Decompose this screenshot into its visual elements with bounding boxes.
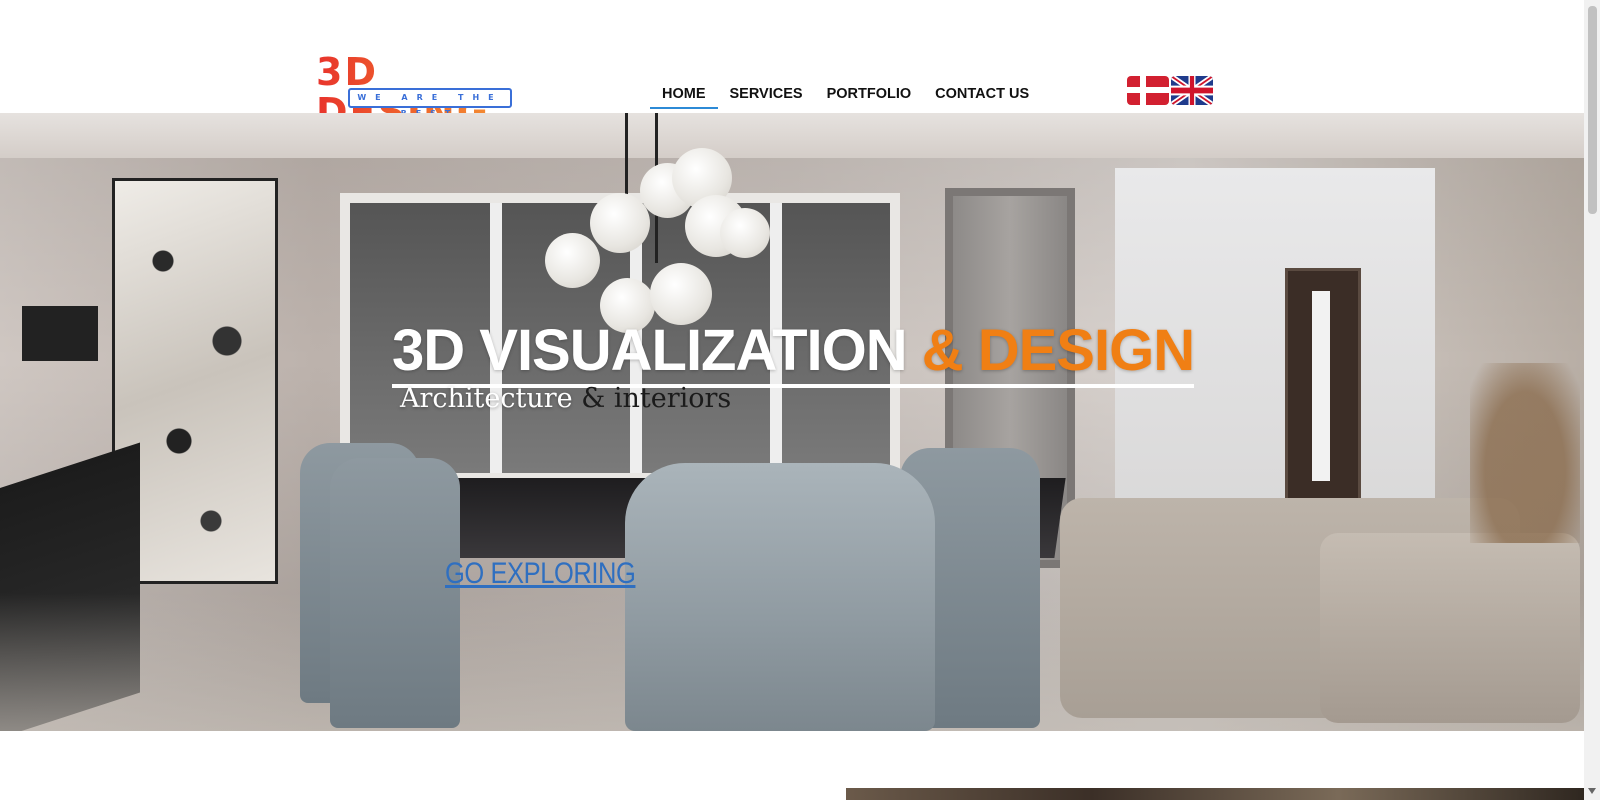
scroll-down-arrow-icon[interactable] [1588, 788, 1596, 794]
next-section-image [846, 788, 1584, 800]
danish-flag-icon[interactable] [1127, 76, 1169, 105]
go-exploring-link[interactable]: GO EXPLORING [445, 557, 636, 591]
hero-subtitle: Architecture & interiors [400, 383, 731, 414]
hero-title-main: 3D VISUALIZATION [392, 318, 922, 383]
site-logo[interactable]: 3D DESING WE ARE THE BEST [316, 52, 542, 132]
hero-banner: 3D VISUALIZATION & DESIGN Architecture &… [0, 113, 1584, 731]
scrollbar-thumb[interactable] [1588, 6, 1597, 214]
hero-title: 3D VISUALIZATION & DESIGN [392, 318, 1195, 388]
hero-subtitle-part-1: Architecture [400, 383, 582, 414]
logo-tagline: WE ARE THE BEST [348, 88, 512, 118]
hero-subtitle-part-2: & interiors [581, 383, 732, 414]
language-switcher [1127, 76, 1213, 105]
uk-flag-icon[interactable] [1171, 76, 1213, 105]
nav-home[interactable]: HOME [650, 82, 718, 109]
hero-title-accent: & DESIGN [921, 318, 1195, 383]
nav-contact-us[interactable]: CONTACT US [923, 82, 1041, 109]
nav-services[interactable]: SERVICES [718, 82, 815, 109]
nav-portfolio[interactable]: PORTFOLIO [815, 82, 924, 109]
site-header: 3D DESING WE ARE THE BEST HOME SERVICES … [0, 0, 1584, 132]
main-nav: HOME SERVICES PORTFOLIO CONTACT US [650, 82, 1041, 109]
page-scrollbar[interactable] [1584, 0, 1600, 800]
